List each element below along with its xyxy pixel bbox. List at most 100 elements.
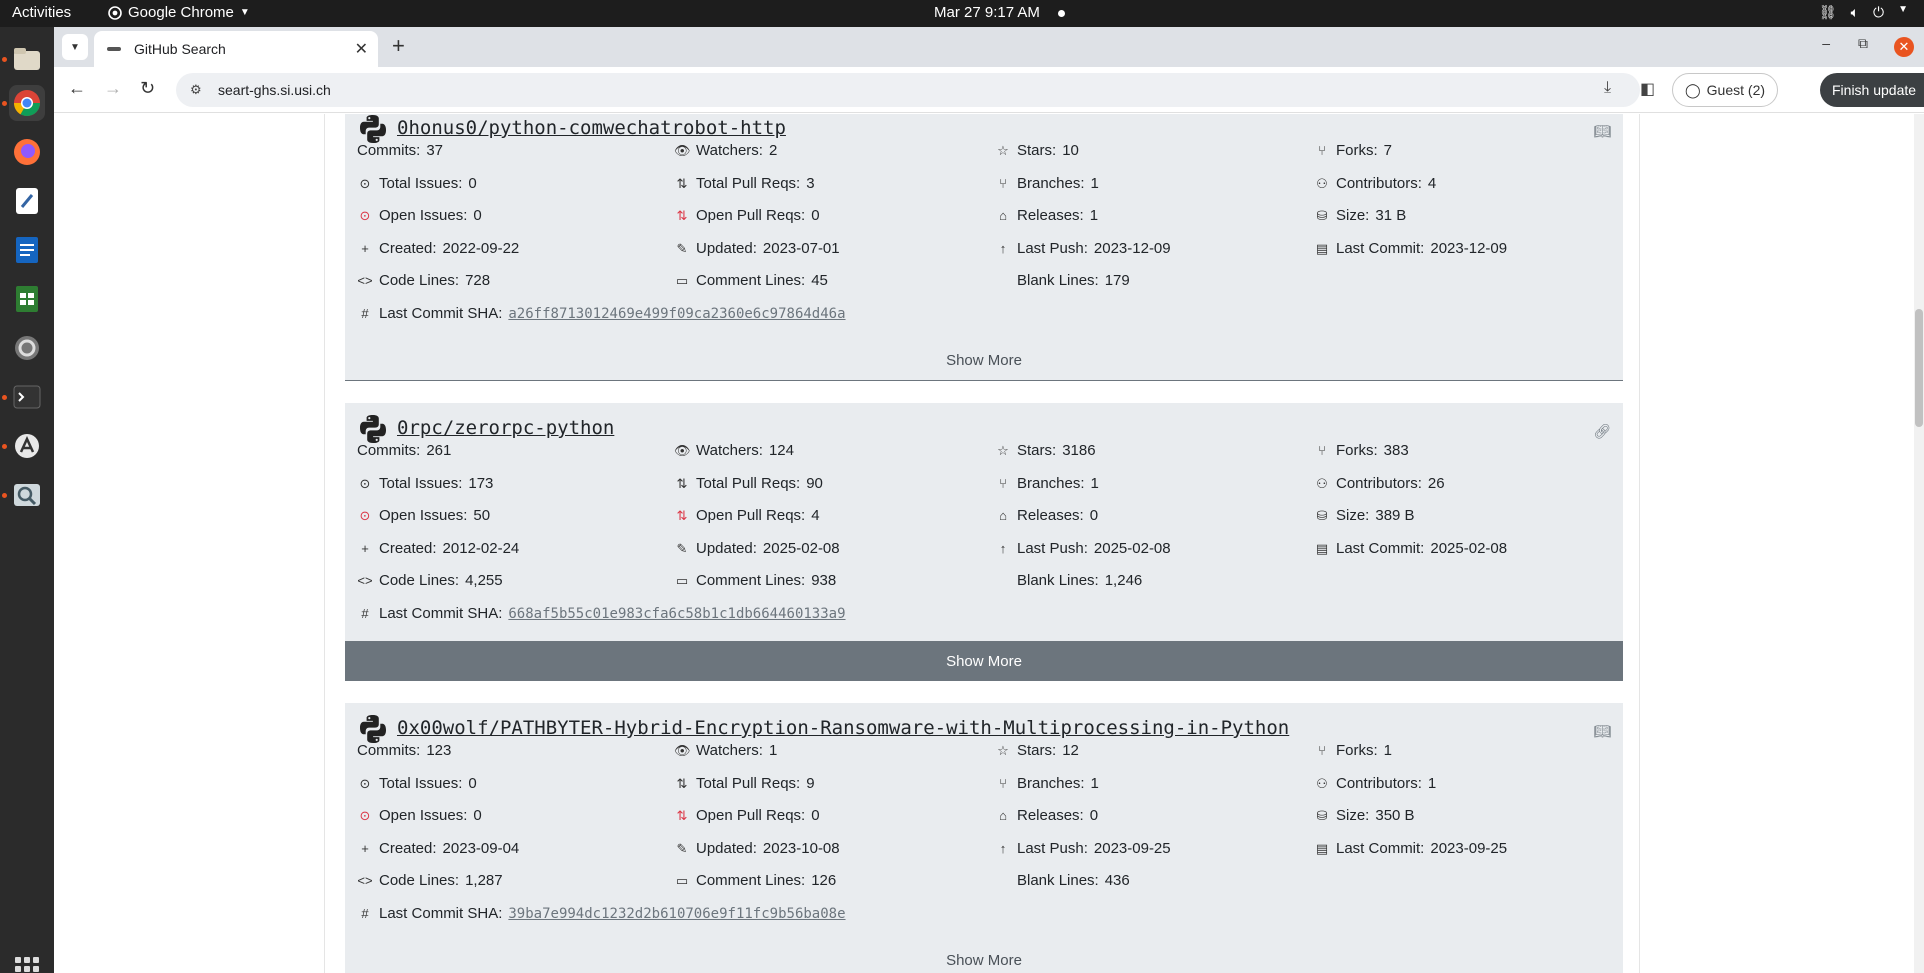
stat-label: Last Commit:	[1336, 840, 1425, 857]
stat-value: 3	[806, 175, 815, 192]
clock[interactable]: Mar 27 9:17 AM	[934, 4, 1040, 21]
stat-label: Forks:	[1336, 442, 1378, 459]
stat-value: 90	[806, 475, 823, 492]
stat-branches: ⑂ Branches: 1	[995, 775, 1099, 792]
issue-open-icon: ⊙	[359, 507, 371, 523]
side-panel-icon[interactable]: ◧	[1640, 79, 1655, 99]
stat-label: Forks:	[1336, 142, 1378, 159]
stat-value: 4	[811, 507, 820, 524]
repo-results-list: 0honus0/python-comwechatrobot-http 📖︎ Comm…	[0, 114, 1924, 973]
stat-label: Updated:	[696, 240, 757, 257]
python-logo-icon	[360, 715, 386, 743]
minimize-icon[interactable]: –	[1822, 35, 1830, 51]
issue-open-icon: ⊙	[359, 207, 371, 223]
stat-label: Created:	[379, 840, 437, 857]
stat-code-lines: <> Code Lines: 4,255	[357, 572, 502, 589]
file-icon: ▤	[1315, 840, 1329, 856]
stat-label: Stars:	[1017, 742, 1057, 759]
forward-button[interactable]: →	[104, 78, 122, 99]
profile-button[interactable]: ◯ Guest (2)	[1672, 73, 1779, 107]
finish-update-button[interactable]: Finish update ⋮	[1820, 73, 1924, 107]
commit-sha-link[interactable]: 39ba7e994dc1232d2b610706e9f11fc9b56ba08e	[508, 906, 845, 922]
commit-sha-link[interactable]: 668af5b55c01e983cfa6c58b1c1db664460133a9	[508, 606, 845, 622]
stat-label: Last Push:	[1017, 240, 1088, 257]
show-more-button[interactable]: Show More	[345, 341, 1623, 381]
files-icon[interactable]	[9, 41, 45, 77]
stat-branches: ⑂ Branches: 1	[995, 175, 1099, 192]
address-bar[interactable]: ⚙︎ seart-ghs.si.usi.ch	[176, 73, 1640, 107]
star-icon: ☆	[997, 142, 1009, 158]
fork-icon: ⑂	[1318, 743, 1326, 758]
stat-value: 2012-02-24	[442, 540, 520, 557]
stat-value: 2023-09-25	[1093, 840, 1171, 857]
profile-label: Guest (2)	[1706, 82, 1766, 98]
book-icon[interactable]: 📖︎	[1593, 723, 1611, 740]
stat-label: Created:	[379, 540, 437, 557]
activities-button[interactable]: Activities	[12, 4, 71, 21]
site-info-icon[interactable]: ⚙︎	[190, 82, 202, 98]
person-icon: ◯	[1685, 81, 1701, 98]
stat-label: Open Pull Reqs:	[696, 507, 806, 524]
people-icon: ⚇	[1316, 175, 1328, 191]
stat-value: 0	[1089, 807, 1099, 824]
repo-name-link[interactable]: 0x00wolf/PATHBYTER-Hybrid-Encryption-Ran…	[397, 717, 1289, 739]
repo-name-link[interactable]: 0honus0/python-comwechatrobot-http	[397, 117, 786, 139]
stat-last-push: ↑ Last Push: 2023-12-09	[995, 240, 1171, 257]
restore-icon[interactable]: ⧉	[1858, 35, 1868, 52]
app-menu[interactable]: Google Chrome ▼	[108, 4, 250, 21]
arrow-up-icon: ↑	[999, 841, 1007, 856]
stat-last-push: ↑ Last Push: 2023-09-25	[995, 840, 1171, 857]
network-icon: ⛓	[1818, 4, 1837, 20]
stat-value: 1,287	[465, 872, 503, 889]
stat-value: 436	[1104, 872, 1130, 889]
system-tray[interactable]: ⛓ 🔈︎ ⏻ ▼	[1819, 4, 1908, 21]
pull-request-icon: ⇅	[676, 775, 688, 791]
reload-button[interactable]: ↻	[140, 78, 155, 99]
show-more-button[interactable]: Show More	[345, 941, 1623, 973]
stat-value: 0	[1089, 507, 1099, 524]
stat-value: 1	[1383, 742, 1393, 759]
repo-card: 0rpc/zerorpc-python 🔗︎ Commits: 261 👁︎ Watche…	[345, 403, 1623, 681]
stat-label: Branches:	[1017, 175, 1085, 192]
tab-close-icon[interactable]: ✕	[355, 39, 368, 59]
stat-label: Blank Lines:	[1017, 272, 1099, 289]
hash-icon: #	[361, 906, 369, 921]
python-logo-icon	[360, 115, 386, 143]
stat-label: Total Pull Reqs:	[696, 175, 801, 192]
close-window-icon[interactable]: ✕	[1894, 37, 1914, 57]
stat-code-lines: <> Code Lines: 1,287	[357, 872, 503, 889]
stat-value: 1	[1090, 775, 1099, 792]
stat-releases: ⌂ Releases: 0	[995, 807, 1098, 824]
tab-github-search[interactable]: GitHub Search ✕	[94, 31, 378, 67]
stat-stars: ☆ Stars: 3186	[995, 442, 1096, 459]
download-icon[interactable]: ⤓	[1604, 79, 1611, 97]
link-icon[interactable]: 🔗︎	[1593, 423, 1611, 440]
stat-open-prs: ⇅ Open Pull Reqs: 0	[674, 207, 820, 224]
book-icon[interactable]: 📖︎	[1593, 123, 1611, 140]
stat-label: Blank Lines:	[1017, 872, 1099, 889]
repo-name-link[interactable]: 0rpc/zerorpc-python	[397, 417, 614, 439]
stat-value: 3186	[1062, 442, 1096, 459]
stat-value: 2023-10-08	[762, 840, 840, 857]
tab-search-button[interactable]: ▼	[62, 34, 88, 60]
notification-dot-icon	[1058, 10, 1065, 17]
comment-icon: ▭	[675, 572, 689, 588]
stat-label: Watchers:	[696, 142, 763, 159]
stat-value: 4	[1427, 175, 1437, 192]
stat-value: 0	[811, 807, 820, 824]
stat-label: Total Issues:	[379, 475, 463, 492]
stat-label: Size:	[1336, 207, 1370, 224]
commit-sha-link[interactable]: a26ff8713012469e499f09ca2360e6c97864d46a	[508, 306, 845, 322]
stat-label: Releases:	[1017, 207, 1084, 224]
show-more-button[interactable]: Show More	[345, 641, 1623, 681]
new-tab-button[interactable]: +	[392, 35, 405, 57]
stat-label: Total Issues:	[379, 775, 463, 792]
plus-icon: +	[361, 241, 369, 256]
stat-value: 2025-02-08	[1430, 540, 1508, 557]
stat-label: Releases:	[1017, 507, 1084, 524]
stat-label: Last Push:	[1017, 540, 1088, 557]
running-indicator	[2, 101, 7, 106]
stat-label: Code Lines:	[379, 572, 460, 589]
back-button[interactable]: ←	[68, 78, 86, 99]
tab-strip: ▼ GitHub Search ✕ + – ⧉ ✕	[54, 27, 1924, 67]
